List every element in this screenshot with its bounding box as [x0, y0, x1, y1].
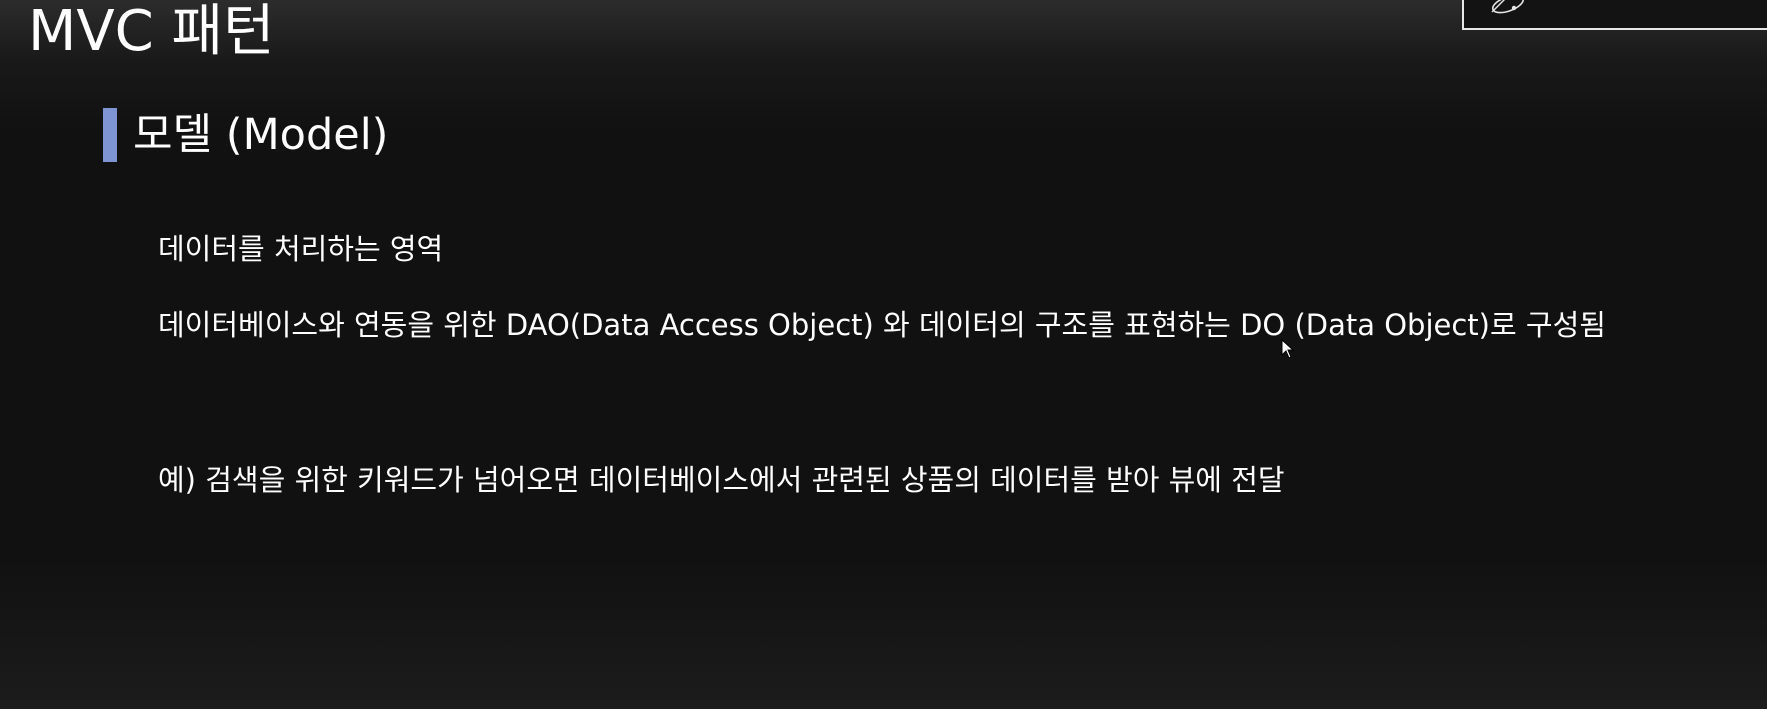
orbit-logo-icon [1491, 0, 1525, 14]
body-text-definition: 데이터를 처리하는 영역 [158, 232, 444, 266]
slide-title: MVC 패턴 [28, 0, 275, 64]
logo-box [1462, 0, 1767, 30]
section-accent-bar [103, 108, 117, 162]
section-heading: 모델 (Model) [133, 110, 389, 160]
section-header: 모델 (Model) [103, 108, 388, 162]
mouse-pointer-icon [1281, 339, 1295, 359]
presentation-slide: MVC 패턴 모델 (Model) 데이터를 처리하는 영역 데이터베이스와 연… [0, 0, 1767, 709]
body-text-example: 예) 검색을 위한 키워드가 넘어오면 데이터베이스에서 관련된 상품의 데이터… [158, 463, 1285, 497]
body-text-composition: 데이터베이스와 연동을 위한 DAO(Data Access Object) 와… [158, 308, 1606, 342]
